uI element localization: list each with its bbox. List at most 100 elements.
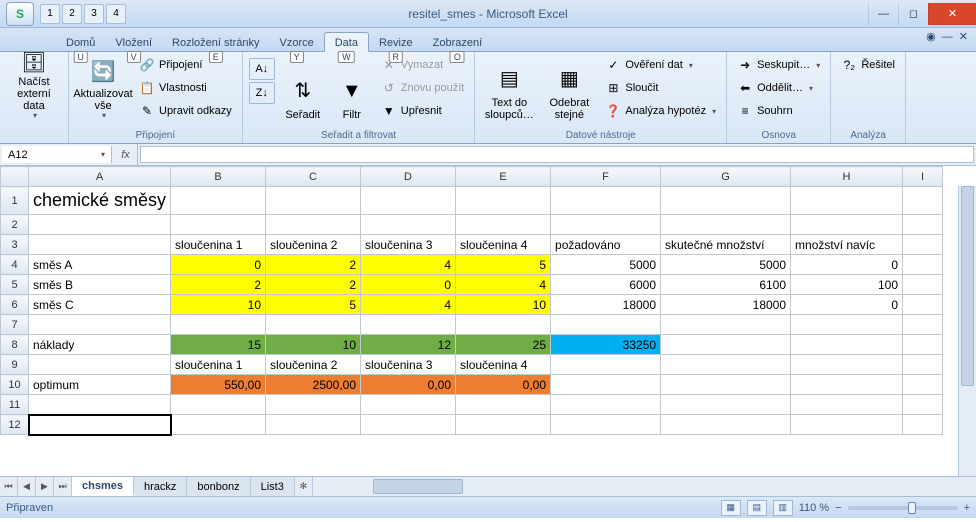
dedup-icon: ▦ bbox=[553, 63, 585, 95]
label: Odebrat stejné bbox=[544, 97, 594, 121]
ribbon-tabs: DomůUVloženíVRozložení stránkyEVzorceYDa… bbox=[0, 28, 976, 52]
column-headers[interactable]: ABCDEFGHI bbox=[1, 167, 943, 187]
consolidate-button[interactable]: ⊞Sloučit bbox=[601, 77, 720, 99]
office-button[interactable]: S bbox=[6, 2, 34, 26]
tab-nav-prev[interactable]: ◀ bbox=[18, 477, 36, 496]
horizontal-scrollbar[interactable] bbox=[333, 477, 976, 496]
label: Aktualizovat vše bbox=[73, 88, 132, 112]
group-label: Připojení bbox=[75, 129, 236, 143]
whatif-icon: ❓ bbox=[605, 103, 621, 119]
zoom-slider[interactable] bbox=[848, 506, 958, 510]
qat-save[interactable]: 1 bbox=[40, 4, 60, 24]
properties-button[interactable]: 📋Vlastnosti bbox=[135, 77, 236, 99]
sheet-tab-bonbonz[interactable]: bonbonz bbox=[187, 477, 250, 496]
tab-nav-last[interactable]: ⏭ bbox=[54, 477, 72, 496]
zoom-in-button[interactable]: + bbox=[964, 502, 970, 514]
refresh-all-button[interactable]: 🔄 Aktualizovat vše▾ bbox=[75, 54, 131, 124]
group-label: Seřadit a filtrovat bbox=[249, 129, 469, 143]
scroll-thumb[interactable] bbox=[373, 479, 463, 494]
sheet-tab-chsmes[interactable]: chsmes bbox=[72, 477, 134, 496]
qat-undo[interactable]: 2 bbox=[62, 4, 82, 24]
solver-button[interactable]: ?₂Řešitel bbox=[837, 54, 899, 76]
group-icon: ➜ bbox=[737, 57, 753, 73]
reapply-button[interactable]: ↺Znovu použít bbox=[377, 77, 469, 99]
database-icon: 🗄 bbox=[18, 52, 50, 74]
formula-input[interactable] bbox=[140, 146, 974, 163]
sort-desc-button[interactable]: Z↓ bbox=[249, 82, 275, 104]
ribbon-tab-rozložení stránky[interactable]: Rozložení stránkyE bbox=[162, 33, 269, 51]
title-bar: S 1 2 3 4 resitel_smes - Microsoft Excel… bbox=[0, 0, 976, 28]
text-to-columns-button[interactable]: ▤ Text do sloupců… bbox=[481, 54, 537, 124]
group-label bbox=[6, 140, 62, 143]
help-icon[interactable]: ◉ bbox=[926, 30, 936, 43]
view-pagebreak-button[interactable]: ▥ bbox=[773, 500, 793, 516]
advanced-filter-button[interactable]: ▼Upřesnit bbox=[377, 100, 469, 122]
view-normal-button[interactable]: ▦ bbox=[721, 500, 741, 516]
fx-icon[interactable]: fx bbox=[114, 144, 138, 165]
qat-more[interactable]: 4 bbox=[106, 4, 126, 24]
quick-access-toolbar: 1 2 3 4 bbox=[40, 4, 126, 24]
ribbon-tab-domů[interactable]: DomůU bbox=[56, 33, 105, 51]
zoom-out-button[interactable]: − bbox=[835, 502, 841, 514]
ribbon-tab-revize[interactable]: RevizeR bbox=[369, 33, 423, 51]
subtotal-icon: ≡ bbox=[737, 103, 753, 119]
edit-icon: ✎ bbox=[139, 103, 155, 119]
data-validation-button[interactable]: ✓Ověření dat▾ bbox=[601, 54, 720, 76]
edit-links-button[interactable]: ✎Upravit odkazy bbox=[135, 100, 236, 122]
sheet-tab-bar: ⏮ ◀ ▶ ⏭ chsmeshrackzbonbonzList3 ✻ bbox=[0, 476, 976, 496]
sheet-tab-List3[interactable]: List3 bbox=[251, 477, 295, 496]
remove-duplicates-button[interactable]: ▦ Odebrat stejné bbox=[541, 54, 597, 124]
status-text: Připraven bbox=[6, 502, 53, 514]
sort-asc-button[interactable]: A↓ bbox=[249, 58, 275, 80]
new-sheet-button[interactable]: ✻ bbox=[295, 477, 313, 496]
check-icon: ✓ bbox=[605, 57, 621, 73]
filter-icon: ▼ bbox=[336, 75, 368, 107]
name-box[interactable]: A12▾ bbox=[2, 146, 112, 163]
ribbon-minimize-icon[interactable]: — bbox=[942, 31, 953, 43]
group-button[interactable]: ➜Seskupit…▾ bbox=[733, 54, 824, 76]
zoom-thumb[interactable] bbox=[908, 502, 916, 514]
maximize-button[interactable]: ◻ bbox=[898, 3, 928, 25]
advanced-icon: ▼ bbox=[381, 103, 397, 119]
ribbon-tab-vložení[interactable]: VloženíV bbox=[105, 33, 162, 51]
link-icon: 🔗 bbox=[139, 57, 155, 73]
label: Načíst externí data bbox=[9, 76, 59, 112]
qat-redo[interactable]: 3 bbox=[84, 4, 104, 24]
status-bar: Připraven ▦ ▤ ▥ 110 % − + bbox=[0, 496, 976, 518]
close-button[interactable]: ✕ bbox=[928, 3, 976, 25]
group-label: Osnova bbox=[733, 129, 824, 143]
zoom-label[interactable]: 110 % bbox=[799, 502, 829, 514]
solver-icon: ?₂ bbox=[841, 57, 857, 73]
ribbon-tab-data[interactable]: DataW bbox=[324, 32, 369, 52]
tab-nav-next[interactable]: ▶ bbox=[36, 477, 54, 496]
vertical-scrollbar[interactable] bbox=[958, 186, 976, 476]
sort-button[interactable]: ⇅ Seřadit bbox=[279, 54, 327, 124]
tab-nav-first[interactable]: ⏮ bbox=[0, 477, 18, 496]
props-icon: 📋 bbox=[139, 80, 155, 96]
spreadsheet-grid[interactable]: ABCDEFGHI 1chemické směsy 2 3sloučenina … bbox=[0, 166, 976, 476]
filter-button[interactable]: ▼ Filtr bbox=[331, 54, 373, 124]
sheet-tab-hrackz[interactable]: hrackz bbox=[134, 477, 187, 496]
cell[interactable]: chemické směsy bbox=[29, 187, 171, 215]
formula-bar: A12▾ fx bbox=[0, 144, 976, 166]
scroll-thumb[interactable] bbox=[961, 186, 974, 386]
columns-icon: ▤ bbox=[493, 63, 525, 95]
ribbon-tab-zobrazení[interactable]: ZobrazeníO bbox=[423, 33, 493, 51]
chevron-down-icon: ▾ bbox=[101, 150, 105, 159]
group-label: Analýza bbox=[837, 129, 899, 143]
view-layout-button[interactable]: ▤ bbox=[747, 500, 767, 516]
label: Text do sloupců… bbox=[484, 97, 534, 121]
subtotal-button[interactable]: ≡Souhrn bbox=[733, 100, 824, 122]
ungroup-icon: ⬅ bbox=[737, 80, 753, 96]
reapply-icon: ↺ bbox=[381, 80, 397, 96]
ungroup-button[interactable]: ⬅Oddělit…▾ bbox=[733, 77, 824, 99]
active-cell[interactable] bbox=[29, 415, 171, 435]
sort-icon: ⇅ bbox=[287, 75, 319, 107]
minimize-button[interactable]: — bbox=[868, 3, 898, 25]
window-title: resitel_smes - Microsoft Excel bbox=[0, 7, 976, 21]
ribbon: 🗄 Načíst externí data▾ 🔄 Aktualizovat vš… bbox=[0, 52, 976, 144]
whatif-button[interactable]: ❓Analýza hypotéz▾ bbox=[601, 100, 720, 122]
doc-close-icon[interactable]: ✕ bbox=[959, 30, 968, 43]
get-external-data-button[interactable]: 🗄 Načíst externí data▾ bbox=[6, 54, 62, 124]
ribbon-tab-vzorce[interactable]: VzorceY bbox=[269, 33, 323, 51]
